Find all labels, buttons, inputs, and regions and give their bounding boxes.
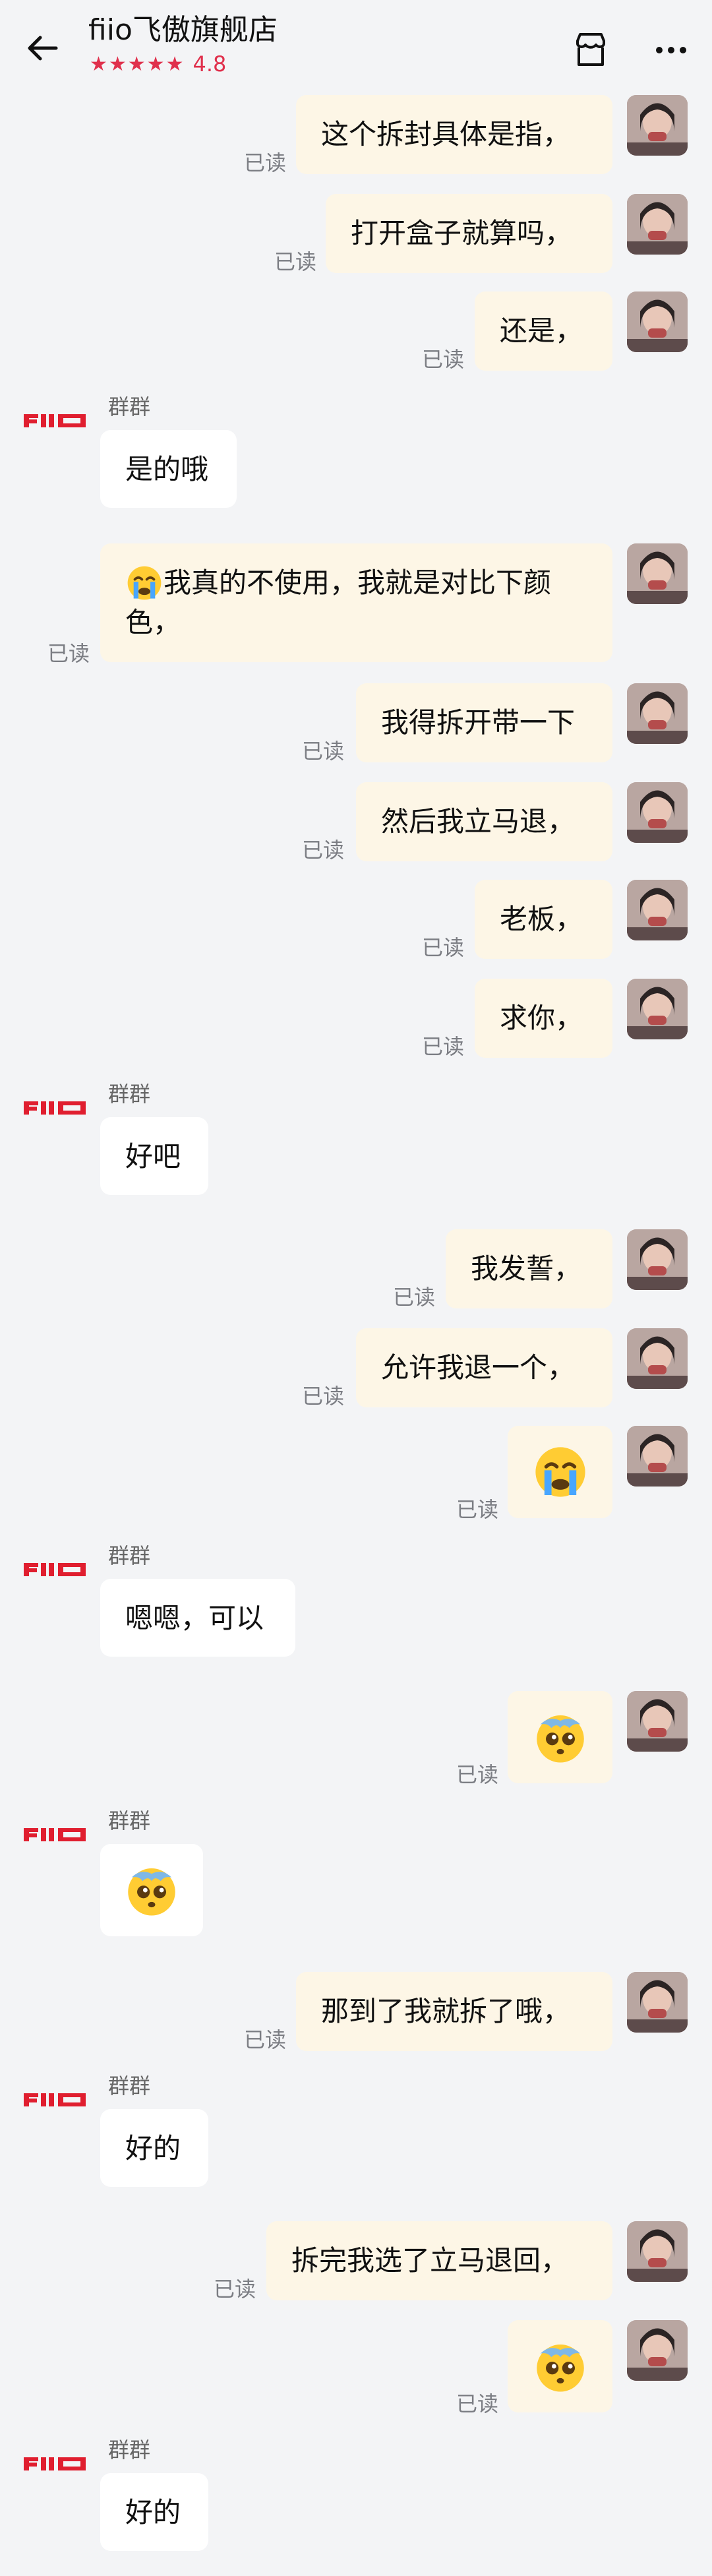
- user-avatar[interactable]: [627, 543, 688, 604]
- message-text: 然后我立马退，: [381, 805, 576, 838]
- message-text: 我发誓，: [471, 1252, 582, 1285]
- message-text: 好的: [125, 2132, 181, 2164]
- message-text: 打开盒子就算吗，: [351, 217, 573, 249]
- message-text-line1: 我真的不使用，我就是对比下颜: [163, 567, 552, 599]
- read-status: 已读: [422, 935, 465, 960]
- message-bubble[interactable]: 我发誓，: [446, 1229, 612, 1308]
- crying-face-emoji: [535, 1447, 585, 1497]
- user-avatar[interactable]: [627, 880, 688, 940]
- message-text: 这个拆封具体是指，: [321, 118, 571, 150]
- message-text-line2: 色，: [125, 606, 181, 638]
- message-bubble[interactable]: 这个拆封具体是指，: [296, 95, 612, 174]
- shop-title[interactable]: fiio飞傲旗舰店: [88, 12, 278, 49]
- message-bubble[interactable]: 求你，: [475, 979, 612, 1058]
- message-text: 好的: [125, 2496, 181, 2529]
- rating-score: 4.8: [193, 51, 227, 77]
- message-text: 嗯嗯，可以: [125, 1602, 264, 1634]
- message-bubble[interactable]: 然后我立马退，: [356, 782, 612, 861]
- message-bubble[interactable]: 还是，: [475, 291, 612, 371]
- sender-name: 群群: [108, 394, 151, 419]
- store-icon[interactable]: [570, 29, 612, 71]
- message-bubble[interactable]: 好的: [100, 2109, 208, 2187]
- sender-name: 群群: [108, 1808, 151, 1833]
- more-icon[interactable]: [650, 29, 692, 71]
- pleading-face-emoji: [536, 2345, 584, 2392]
- fiio-logo-icon: [22, 2453, 87, 2474]
- read-status: 已读: [244, 2027, 287, 2052]
- fiio-logo-icon: [22, 1824, 87, 1845]
- message-bubble[interactable]: [100, 1844, 203, 1936]
- user-avatar[interactable]: [627, 194, 688, 255]
- read-status: 已读: [456, 2391, 499, 2416]
- message-text: 求你，: [500, 1002, 583, 1034]
- shop-rating: ★★★★★ 4.8: [90, 51, 226, 77]
- message-text: 是的哦: [125, 453, 209, 485]
- read-status: 已读: [274, 249, 317, 274]
- message-bubble[interactable]: 打开盒子就算吗，: [326, 194, 612, 273]
- message-bubble[interactable]: 老板，: [475, 880, 612, 959]
- fiio-logo-icon: [22, 1559, 87, 1580]
- sender-name: 群群: [108, 2073, 151, 2099]
- message-bubble[interactable]: 好的: [100, 2473, 208, 2551]
- chat-header: fiio飞傲旗舰店 ★★★★★ 4.8: [0, 0, 712, 96]
- message-bubble[interactable]: 拆完我选了立马退回，: [266, 2221, 612, 2300]
- sender-name: 群群: [108, 2438, 151, 2463]
- read-status: 已读: [302, 838, 345, 863]
- pleading-face-emoji: [128, 1868, 175, 1916]
- back-arrow-icon[interactable]: [22, 28, 63, 69]
- read-status: 已读: [456, 1762, 499, 1787]
- user-avatar[interactable]: [627, 2221, 688, 2282]
- pleading-face-emoji: [536, 1715, 584, 1763]
- user-avatar[interactable]: [627, 291, 688, 352]
- fiio-logo-icon: [22, 2089, 87, 2110]
- sender-name: 群群: [108, 1082, 151, 1107]
- message-text: 好吧: [125, 1140, 181, 1173]
- user-avatar[interactable]: [627, 979, 688, 1039]
- message-bubble[interactable]: [508, 1426, 612, 1518]
- message-bubble[interactable]: [508, 2320, 612, 2412]
- read-status: 已读: [47, 641, 90, 666]
- message-text: 拆完我选了立马退回，: [291, 2244, 569, 2277]
- user-avatar[interactable]: [627, 683, 688, 744]
- read-status: 已读: [393, 1285, 436, 1310]
- user-avatar[interactable]: [627, 782, 688, 843]
- user-avatar[interactable]: [627, 1691, 688, 1752]
- fiio-logo-icon: [22, 410, 87, 431]
- message-text: 我得拆开带一下: [381, 706, 576, 739]
- message-bubble[interactable]: 我真的不使用，我就是对比下颜 色，: [100, 543, 612, 662]
- sender-name: 群群: [108, 1543, 151, 1568]
- fiio-logo-icon: [22, 1097, 87, 1119]
- message-bubble[interactable]: 是的哦: [100, 430, 237, 508]
- read-status: 已读: [214, 2277, 256, 2302]
- user-avatar[interactable]: [627, 1426, 688, 1487]
- crying-face-emoji: [127, 566, 162, 600]
- message-bubble[interactable]: 那到了我就拆了哦，: [296, 1972, 612, 2051]
- message-text: 老板，: [500, 903, 583, 935]
- read-status: 已读: [456, 1497, 499, 1522]
- rating-stars: ★★★★★: [90, 52, 185, 76]
- user-avatar[interactable]: [627, 2320, 688, 2381]
- message-bubble[interactable]: 允许我退一个，: [356, 1328, 612, 1407]
- read-status: 已读: [422, 1034, 465, 1059]
- read-status: 已读: [244, 150, 287, 175]
- user-avatar[interactable]: [627, 1972, 688, 2033]
- read-status: 已读: [302, 1384, 345, 1409]
- read-status: 已读: [302, 739, 345, 764]
- user-avatar[interactable]: [627, 95, 688, 156]
- message-bubble[interactable]: [508, 1691, 612, 1783]
- message-text: 允许我退一个，: [381, 1351, 576, 1384]
- message-bubble[interactable]: 嗯嗯，可以: [100, 1579, 295, 1657]
- read-status: 已读: [422, 347, 465, 372]
- user-avatar[interactable]: [627, 1229, 688, 1290]
- message-text: 那到了我就拆了哦，: [321, 1995, 571, 2027]
- message-bubble[interactable]: 好吧: [100, 1117, 208, 1195]
- message-bubble[interactable]: 我得拆开带一下: [356, 683, 612, 762]
- message-text: 还是，: [500, 315, 583, 347]
- user-avatar[interactable]: [627, 1328, 688, 1389]
